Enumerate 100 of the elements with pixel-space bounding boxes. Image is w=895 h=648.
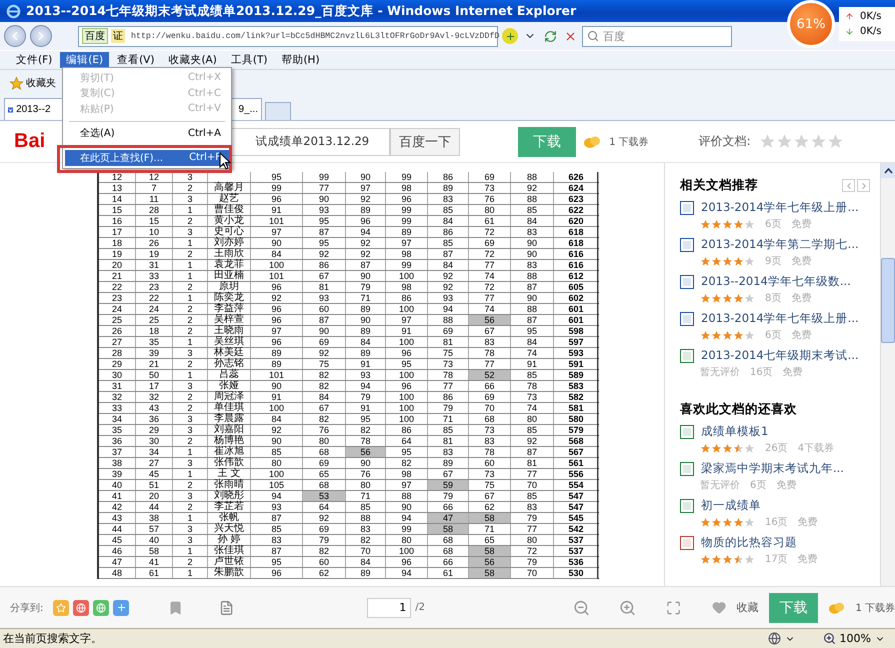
table-cell: 58 [469, 513, 511, 523]
new-tab-button[interactable] [265, 102, 291, 120]
star-icon[interactable] [758, 133, 776, 150]
table-cell: 76 [469, 194, 511, 204]
star-icon[interactable] [826, 133, 844, 150]
menu-item[interactable]: 收藏夹(A) [162, 52, 223, 68]
document-link[interactable]: 2013-2014七年级期末考试... [701, 348, 859, 363]
table-cell: 2 [173, 282, 208, 292]
globe-icon[interactable] [768, 632, 781, 645]
document-link[interactable]: 2013-2014学年七年级上册... [701, 200, 859, 215]
star-icon[interactable] [9, 76, 24, 90]
price-text: 4下载券 [798, 442, 834, 455]
table-cell: 83 [511, 260, 554, 270]
star-icon [711, 218, 722, 230]
price-text: 免费 [798, 516, 818, 529]
table-cell: 73 [469, 425, 511, 435]
back-button[interactable] [4, 25, 26, 47]
menu-item[interactable]: 帮助(H) [275, 52, 326, 68]
document-link[interactable]: 物质的比热容习题 [701, 535, 797, 550]
table-cell: 3 [173, 227, 208, 237]
zoom-level[interactable]: 100% [840, 632, 871, 645]
table-cell: 78 [469, 348, 511, 358]
table-cell: 57 [136, 524, 173, 534]
table-cell: 99 [386, 216, 428, 226]
table-cell: 100 [386, 337, 428, 347]
table-cell: 3 [173, 491, 208, 501]
zoom-out-icon[interactable] [572, 598, 590, 616]
share-more-icon[interactable] [113, 600, 130, 616]
zoom-icon[interactable] [822, 632, 836, 645]
table-cell: 545 [554, 513, 599, 523]
table-cell: 85 [428, 425, 469, 435]
table-cell: 2 [173, 403, 208, 413]
table-cell: 吕蕊 [208, 370, 251, 380]
table-cell: 97 [386, 315, 428, 325]
previous-button[interactable] [842, 179, 855, 192]
next-button[interactable] [857, 179, 870, 192]
table-cell: 601 [554, 304, 599, 314]
word-file-icon [680, 238, 694, 252]
rating-stars[interactable] [758, 133, 844, 150]
table-cell: 25 [136, 315, 173, 325]
document-link[interactable]: 梁家焉中学期末考试九年... [701, 461, 844, 476]
table-cell: 刘嘉阳 [208, 425, 251, 435]
menu-item[interactable]: 文件(F) [10, 52, 58, 68]
menu-item[interactable]: 查看(V) [111, 52, 160, 68]
plus-icon[interactable] [502, 28, 518, 44]
table-cell: 1 [173, 293, 208, 303]
table-cell: 袁龙菲 [208, 260, 251, 270]
scroll-thumb[interactable] [881, 258, 895, 343]
refresh-icon[interactable] [542, 28, 558, 44]
table-cell: 3 [173, 535, 208, 545]
star-icon[interactable] [776, 133, 793, 150]
forward-button[interactable] [30, 25, 52, 47]
heart-icon[interactable] [712, 600, 727, 615]
table-cell: 19 [99, 249, 136, 259]
document-link[interactable]: 2013-2014学年第二学期七... [701, 237, 859, 252]
table-cell: 95 [251, 557, 303, 567]
table-cell: 92 [346, 194, 386, 204]
table-cell: 77 [428, 381, 469, 391]
scrollbar[interactable] [880, 163, 895, 586]
table-cell: 83 [346, 524, 386, 534]
page-count: 16页 [765, 516, 788, 529]
search-button[interactable]: 百度一下 [390, 128, 460, 156]
table-cell: 79 [511, 557, 554, 567]
bookmark-icon[interactable] [168, 600, 184, 616]
star-icon [711, 554, 722, 564]
favorite-link[interactable]: 收藏 [736, 600, 759, 615]
document-link[interactable]: 成绩单模板1 [701, 424, 768, 439]
document-icon[interactable] [218, 600, 234, 616]
document-link[interactable]: 2013-2014学年七年级上册... [701, 311, 859, 326]
table-cell: 86 [386, 425, 428, 435]
table-cell: 80 [386, 535, 428, 545]
document-link[interactable]: 初一成绩单 [701, 498, 761, 513]
table-cell: 88 [511, 172, 554, 182]
table-cell: 2 [173, 392, 208, 402]
coupon-count: 1 下载券 [609, 136, 649, 148]
table-cell: 69 [469, 172, 511, 182]
zoom-in-icon[interactable] [619, 598, 636, 616]
page-number-field[interactable]: 1 [367, 598, 412, 618]
table-cell: 99 [386, 205, 428, 215]
table-cell: 96 [386, 348, 428, 358]
table-cell: 85 [346, 502, 386, 512]
table-cell: 623 [554, 194, 599, 204]
star-icon[interactable] [792, 133, 810, 150]
word-file-icon [680, 312, 694, 326]
menu-item[interactable]: 工具(T) [224, 52, 274, 68]
table-cell: 82 [303, 414, 346, 424]
table-cell: 61 [469, 216, 511, 226]
document-link[interactable]: 2013--2014学年七年级数... [701, 274, 851, 289]
table-cell: 68 [303, 480, 346, 490]
table-cell: 90 [251, 381, 303, 391]
favorites-label[interactable]: 收藏夹 [26, 76, 56, 90]
star-icon[interactable] [810, 133, 827, 150]
table-cell: 73 [511, 392, 554, 402]
table-cell: 36 [99, 436, 136, 446]
menu-item[interactable]: 编辑(E) [60, 52, 110, 68]
table-cell: 568 [554, 436, 599, 446]
fullscreen-icon[interactable] [666, 600, 682, 616]
search-field[interactable]: 百度 [582, 26, 732, 46]
table-cell: 1 [173, 205, 208, 215]
table-cell: 12 [136, 172, 173, 182]
